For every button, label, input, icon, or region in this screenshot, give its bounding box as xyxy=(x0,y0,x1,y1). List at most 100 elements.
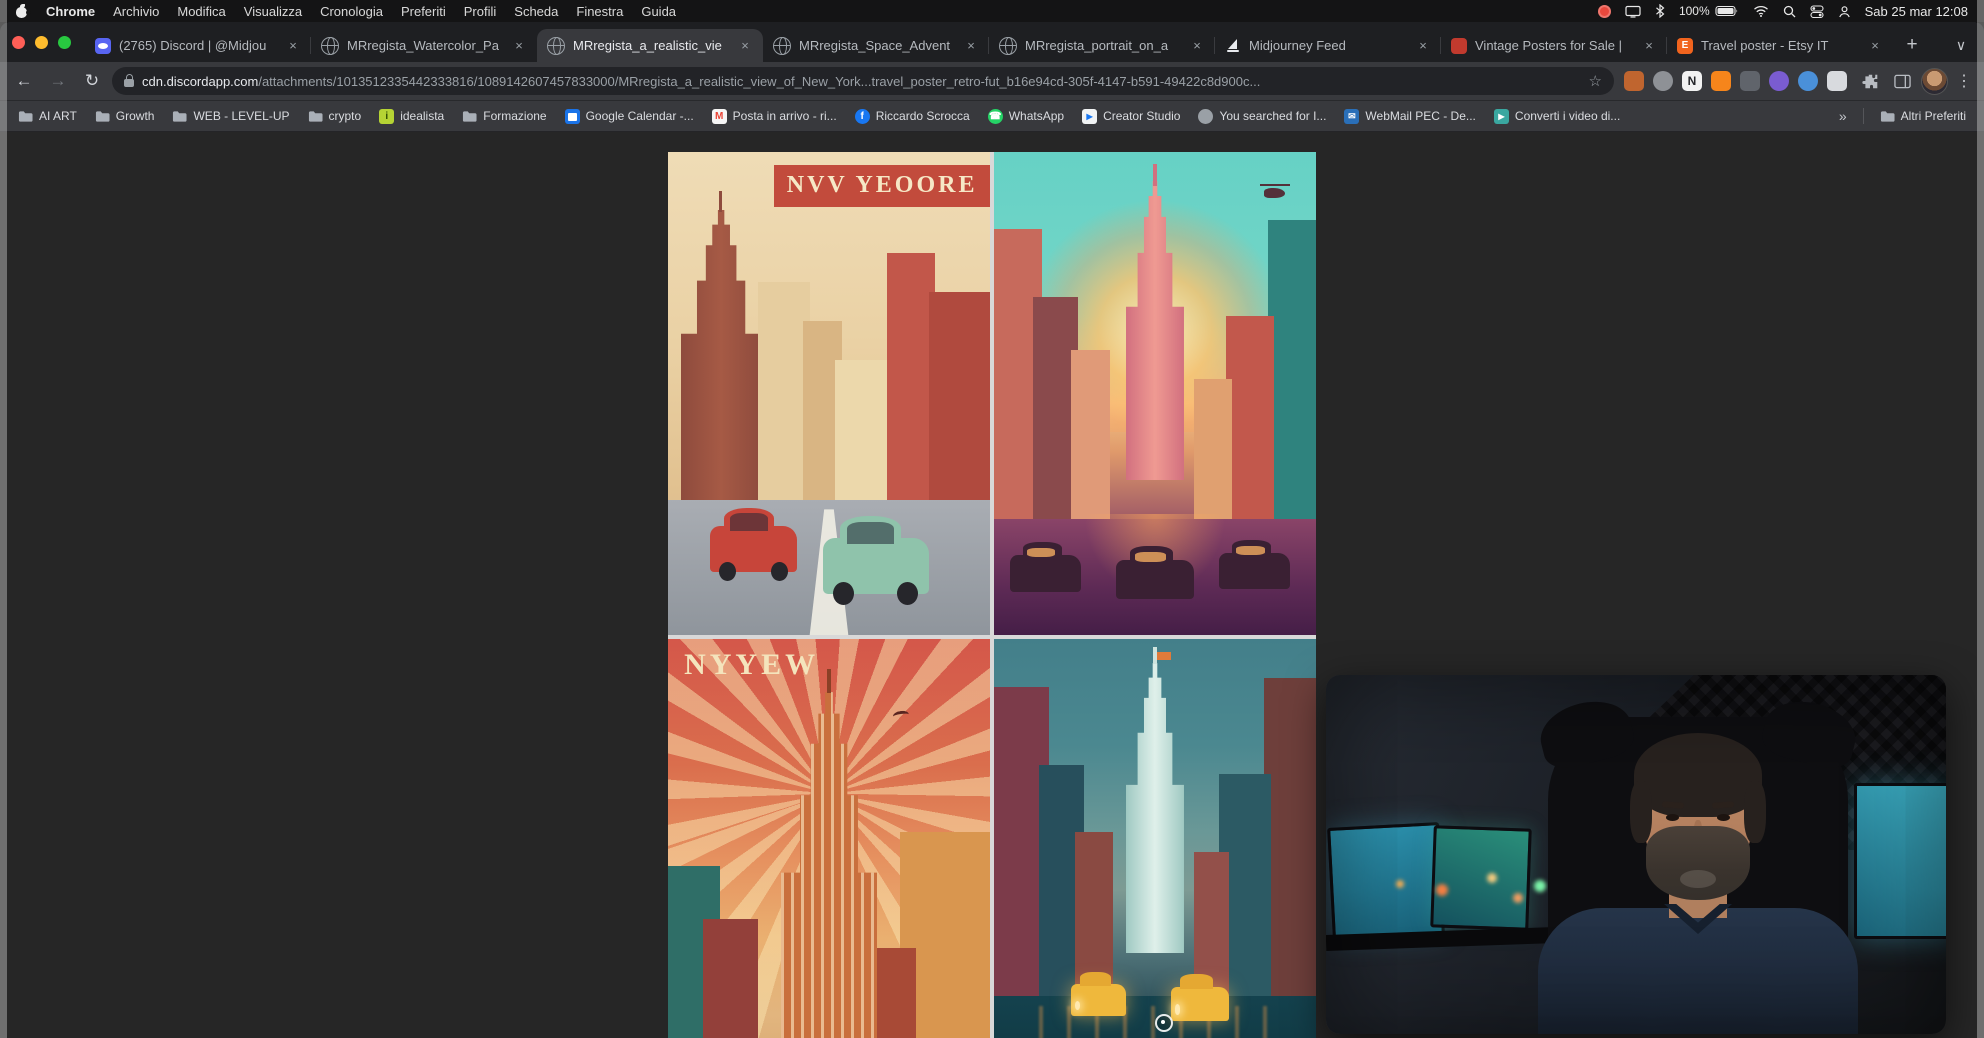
url-domain: cdn.discordapp.com xyxy=(142,74,258,89)
chrome-window: (2765) Discord | @Midjou × MRregista_Wat… xyxy=(0,22,1984,1038)
extension-icon-5[interactable] xyxy=(1798,71,1818,91)
close-icon[interactable]: × xyxy=(737,38,753,54)
menu-guida[interactable]: Guida xyxy=(641,4,676,19)
tab-watercolor[interactable]: MRregista_Watercolor_Pa × xyxy=(311,29,537,62)
building-shape xyxy=(758,282,810,504)
tab-space-adventure[interactable]: MRregista_Space_Advent × xyxy=(763,29,989,62)
extensions-puzzle-icon[interactable] xyxy=(1857,68,1883,94)
bookmark-growth[interactable]: Growth xyxy=(87,106,163,127)
vintage-car-red xyxy=(710,526,797,572)
bookmark-web-level-up[interactable]: WEB - LEVEL-UP xyxy=(164,106,297,127)
zoom-window-button[interactable] xyxy=(58,36,71,49)
reload-button[interactable]: ↻ xyxy=(78,67,106,95)
menu-modifica[interactable]: Modifica xyxy=(177,4,225,19)
midjourney-image-grid[interactable]: NVV YEOORE xyxy=(668,152,1316,1038)
car-silhouette xyxy=(1010,555,1081,591)
antenna-spire xyxy=(827,669,832,693)
extension-icon-6[interactable] xyxy=(1827,71,1847,91)
helicopter xyxy=(1264,188,1285,198)
bluetooth-icon[interactable] xyxy=(1655,4,1665,18)
browser-menu-icon[interactable]: ⋮ xyxy=(1954,71,1974,91)
display-icon[interactable] xyxy=(1625,5,1641,18)
bookmark-google-calendar[interactable]: Google Calendar -... xyxy=(557,106,702,127)
bookmark-gmail-inbox[interactable]: M Posta in arrivo - ri... xyxy=(704,106,845,127)
tab-etsy[interactable]: E Travel poster - Etsy IT × xyxy=(1667,29,1893,62)
menu-cronologia[interactable]: Cronologia xyxy=(320,4,383,19)
close-icon[interactable]: × xyxy=(1641,38,1657,54)
extension-icon-4[interactable] xyxy=(1769,71,1789,91)
globe-favicon xyxy=(999,37,1017,55)
globe-favicon xyxy=(321,37,339,55)
tab-vintage-posters[interactable]: Vintage Posters for Sale | × xyxy=(1441,29,1667,62)
bookmark-formazione[interactable]: Formazione xyxy=(454,106,554,127)
metamask-extension-icon[interactable] xyxy=(1711,71,1731,91)
bookmark-label: Riccardo Scrocca xyxy=(876,109,970,123)
empire-state-building xyxy=(681,210,762,505)
folder-icon xyxy=(1880,109,1895,124)
bookmark-crypto[interactable]: crypto xyxy=(300,106,370,127)
close-icon[interactable]: × xyxy=(1189,38,1205,54)
menu-scheda[interactable]: Scheda xyxy=(514,4,558,19)
bookmark-label: AI ART xyxy=(39,109,77,123)
menu-app-name[interactable]: Chrome xyxy=(46,4,95,19)
tab-portrait[interactable]: MRregista_portrait_on_a × xyxy=(989,29,1215,62)
lock-icon[interactable] xyxy=(124,79,134,87)
menu-bar-clock[interactable]: Sab 25 mar 12:08 xyxy=(1865,4,1968,19)
extension-icon-3[interactable] xyxy=(1740,71,1760,91)
bookmark-webmail-pec[interactable]: ✉WebMail PEC - De... xyxy=(1336,106,1483,127)
minimize-window-button[interactable] xyxy=(35,36,48,49)
bookmark-label: Google Calendar -... xyxy=(586,109,694,123)
gmail-icon: M xyxy=(712,109,727,124)
close-icon[interactable]: × xyxy=(963,38,979,54)
user-switcher-icon[interactable] xyxy=(1838,5,1851,18)
spotlight-search-icon[interactable] xyxy=(1783,5,1796,18)
control-center-icon[interactable] xyxy=(1810,5,1824,18)
address-bar[interactable]: cdn.discordapp.com/attachments/101351233… xyxy=(112,67,1614,95)
bookmark-creator-studio[interactable]: ▶Creator Studio xyxy=(1074,106,1188,127)
wifi-icon[interactable] xyxy=(1753,5,1769,17)
other-bookmarks-folder[interactable]: Altri Preferiti xyxy=(1872,106,1974,127)
back-button[interactable]: ← xyxy=(10,67,38,95)
close-icon[interactable]: × xyxy=(1415,38,1431,54)
battery-percent: 100% xyxy=(1679,4,1710,18)
tab-strip: (2765) Discord | @Midjou × MRregista_Wat… xyxy=(0,22,1984,62)
close-icon[interactable]: × xyxy=(1867,38,1883,54)
bookmark-idealista[interactable]: iidealista xyxy=(371,106,452,127)
close-window-button[interactable] xyxy=(12,36,25,49)
notion-extension-icon[interactable]: N xyxy=(1682,71,1702,91)
menu-preferiti[interactable]: Preferiti xyxy=(401,4,446,19)
bookmark-you-searched[interactable]: You searched for I... xyxy=(1190,106,1334,127)
video-converter-icon: ▶ xyxy=(1494,109,1509,124)
new-tab-button[interactable]: + xyxy=(1897,30,1927,60)
tab-realistic-view-active[interactable]: MRregista_a_realistic_vie × xyxy=(537,29,763,62)
menu-archivio[interactable]: Archivio xyxy=(113,4,159,19)
bookmark-whatsapp[interactable]: ☎WhatsApp xyxy=(980,106,1072,127)
tab-search-chevron[interactable]: ∨ xyxy=(1946,30,1976,60)
profile-avatar[interactable] xyxy=(1921,68,1948,95)
close-icon[interactable]: × xyxy=(285,38,301,54)
bookmark-ai-art[interactable]: AI ART xyxy=(10,106,85,127)
side-panel-icon[interactable] xyxy=(1889,68,1915,94)
url-path: /attachments/1013512335442333816/1089142… xyxy=(258,74,1260,89)
screen-record-icon[interactable] xyxy=(1598,5,1611,18)
extension-icon-1[interactable] xyxy=(1624,71,1644,91)
bookmark-star-icon[interactable]: ☆ xyxy=(1589,72,1602,90)
apple-menu-icon[interactable] xyxy=(16,4,28,18)
tab-midjourney-feed[interactable]: Midjourney Feed × xyxy=(1215,29,1441,62)
bookmark-converti-video[interactable]: ▶Converti i video di... xyxy=(1486,106,1628,127)
menu-visualizza[interactable]: Visualizza xyxy=(244,4,302,19)
battery-indicator[interactable]: 100% xyxy=(1679,4,1739,18)
close-icon[interactable]: × xyxy=(511,38,527,54)
forward-button[interactable]: → xyxy=(44,67,72,95)
extension-icon-2[interactable] xyxy=(1653,71,1673,91)
mail-icon: ✉ xyxy=(1344,109,1359,124)
bookmark-facebook-profile[interactable]: fRiccardo Scrocca xyxy=(847,106,978,127)
discord-favicon xyxy=(95,38,111,54)
car-silhouette xyxy=(1219,553,1290,589)
bookmark-label: Posta in arrivo - ri... xyxy=(733,109,837,123)
bookmark-label: crypto xyxy=(329,109,362,123)
tab-discord[interactable]: (2765) Discord | @Midjou × xyxy=(85,29,311,62)
bookmarks-overflow-chevron[interactable]: » xyxy=(1831,108,1855,124)
menu-finestra[interactable]: Finestra xyxy=(576,4,623,19)
menu-profili[interactable]: Profili xyxy=(464,4,497,19)
